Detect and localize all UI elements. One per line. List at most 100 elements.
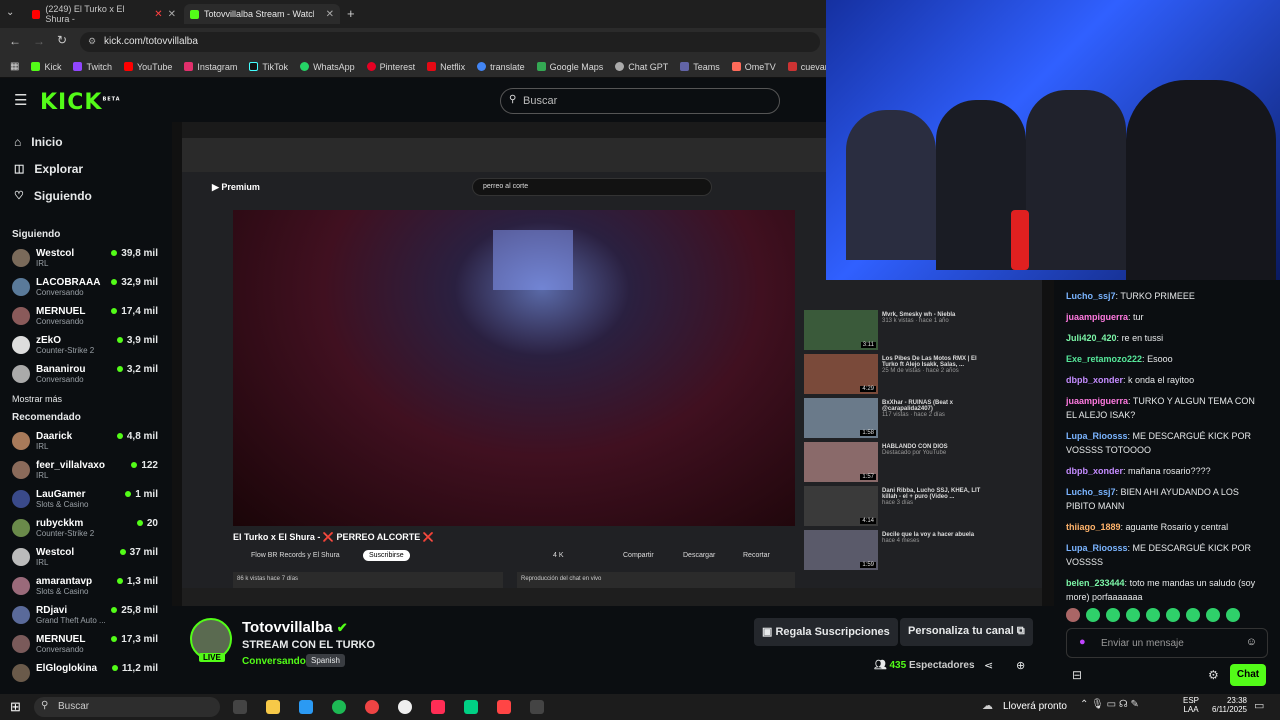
tray-icons[interactable]: ⌃ 🎙︎ ▭ ☊ ✎ (1080, 699, 1139, 710)
gift-subs-button[interactable]: ▣ Regala Suscripciones (754, 618, 898, 646)
follow-user-icon[interactable]: ⊕ (1016, 659, 1025, 672)
chat-input[interactable]: ● Enviar un mensaje ☺ (1066, 628, 1268, 658)
bookmark-pinterest[interactable]: Pinterest (366, 62, 415, 72)
chat-username[interactable]: belen_233444 (1066, 578, 1125, 588)
browser-tab-bar: ⌄ (2249) El Turko x El Shura - ✕ ✕ Totov… (0, 0, 826, 28)
task-view-icon[interactable] (233, 700, 247, 714)
emote[interactable] (1066, 608, 1080, 622)
forward-icon[interactable]: → (33, 34, 45, 48)
emoji-icon[interactable]: ☺ (1246, 636, 1257, 648)
emote[interactable] (1166, 608, 1180, 622)
kick-app-icon[interactable] (464, 700, 478, 714)
copilot-icon[interactable] (299, 700, 313, 714)
bookmark-maps[interactable]: Google Maps (536, 62, 603, 72)
tab-kick[interactable]: Totovvillalba Stream - Watch Li ✕ (184, 4, 340, 24)
chat-username[interactable]: thiiago_1889 (1066, 522, 1121, 532)
bookmark-youtube[interactable]: YouTube (123, 62, 172, 72)
chat-username[interactable]: Lucho_ssj7 (1066, 291, 1116, 301)
sidebar-channel[interactable]: RDjavi Grand Theft Auto ... 25,8 mil (0, 602, 172, 631)
settings-gear-icon[interactable]: ⚙ (1208, 668, 1219, 682)
chat-send-button[interactable]: Chat (1230, 664, 1266, 686)
stream-category[interactable]: Conversando (242, 656, 306, 667)
bookmark-whatsapp[interactable]: WhatsApp (300, 62, 355, 72)
emote[interactable] (1186, 608, 1200, 622)
sidebar-channel[interactable]: amarantavp Slots & Casino 1,3 mil (0, 573, 172, 602)
show-more-link[interactable]: Mostrar más (0, 390, 172, 410)
tiktok-icon[interactable] (431, 700, 445, 714)
close-tab-icon[interactable]: ✕ (326, 9, 334, 20)
sidebar-channel[interactable]: ElGloglokina 11,2 mil (0, 660, 172, 689)
clock[interactable]: 23:38 6/11/2025 (1205, 696, 1247, 714)
chat-username[interactable]: juaampiguerra (1066, 312, 1128, 322)
sidebar-channel[interactable]: LACOBRAAA Conversando 32,9 mil (0, 274, 172, 303)
chat-username[interactable]: Exe_retamozo222 (1066, 354, 1142, 364)
new-tab-icon[interactable]: + (347, 6, 355, 21)
notifications-icon[interactable]: ▭ (1254, 699, 1264, 712)
chat-username[interactable]: juaampiguerra (1066, 396, 1128, 406)
address-field[interactable]: ⚙ kick.com/totovvillalba (80, 32, 820, 52)
yt-video-title: El Turko x El Shura - ❌ PERREO ALCORTE ❌ (233, 532, 434, 542)
emote[interactable] (1226, 608, 1240, 622)
file-explorer-icon[interactable] (266, 700, 280, 714)
sidebar-channel[interactable]: MERNUEL Conversando 17,4 mil (0, 303, 172, 332)
sidebar-channel[interactable]: Daarick IRL 4,8 mil (0, 428, 172, 457)
sidebar-channel[interactable]: rubyckkm Counter-Strike 2 20 (0, 515, 172, 544)
chat-username[interactable]: Lupa_Rioosss (1066, 543, 1128, 553)
tab-youtube[interactable]: (2249) El Turko x El Shura - ✕ ✕ (26, 4, 182, 24)
emote[interactable] (1206, 608, 1220, 622)
site-info-icon[interactable]: ⚙ (88, 36, 96, 47)
channel-name[interactable]: Totovvillalba ✔ (242, 619, 348, 636)
nav-explorar[interactable]: ◫ Explorar (0, 155, 172, 182)
language-indicator[interactable]: ESP LAA (1183, 696, 1199, 714)
bookmark-translate[interactable]: translate (477, 62, 525, 72)
chrome-icon[interactable] (365, 700, 379, 714)
mic-icon[interactable]: ● (1079, 636, 1086, 648)
chat-username[interactable]: dbpb_xonder (1066, 375, 1123, 385)
kick-logo[interactable]: KICKBETA (40, 90, 121, 115)
taskbar-search[interactable]: ⚲ Buscar (34, 697, 220, 717)
windows-start-icon[interactable]: ⊞ (10, 699, 21, 715)
bookmark-teams[interactable]: Teams (680, 62, 720, 72)
emote[interactable] (1126, 608, 1140, 622)
search-input[interactable]: ⚲ Buscar (500, 88, 780, 114)
apps-grid-icon[interactable]: ▦ (10, 61, 19, 72)
close-tab-icon[interactable]: ✕ (168, 9, 176, 20)
emote[interactable] (1146, 608, 1160, 622)
back-icon[interactable]: ← (9, 34, 21, 48)
bookmark-ometv[interactable]: OmeTV (731, 62, 776, 72)
sidebar-channel[interactable]: MERNUEL Conversando 17,3 mil (0, 631, 172, 660)
tab-list-icon[interactable]: ⌄ (6, 7, 14, 18)
customize-channel-button[interactable]: Personaliza tu canal ⧉ (900, 618, 1033, 646)
spotify-icon[interactable] (332, 700, 346, 714)
chat-username[interactable]: Juli420_420 (1066, 333, 1117, 343)
app-icon[interactable] (530, 700, 544, 714)
weather-icon[interactable]: ☁ (982, 699, 993, 712)
sidebar-channel[interactable]: Bananirou Conversando 3,2 mil (0, 361, 172, 390)
gift-icon[interactable]: ⊟ (1072, 668, 1082, 682)
nav-inicio[interactable]: ⌂ Inicio (0, 128, 172, 155)
weather-text[interactable]: Lloverá pronto (1003, 701, 1067, 712)
sidebar-channel[interactable]: Westcol IRL 37 mil (0, 544, 172, 573)
sidebar-channel[interactable]: zEkO Counter-Strike 2 3,9 mil (0, 332, 172, 361)
bookmark-tiktok[interactable]: TikTok (249, 62, 288, 72)
bookmark-twitch[interactable]: Twitch (73, 62, 112, 72)
share-icon[interactable]: ⋖ (984, 659, 993, 672)
chat-username[interactable]: dbpb_xonder (1066, 466, 1123, 476)
chat-username[interactable]: Lucho_ssj7 (1066, 487, 1116, 497)
emote[interactable] (1086, 608, 1100, 622)
chat-username[interactable]: Lupa_Rioosss (1066, 431, 1128, 441)
language-tag[interactable]: Spanish (306, 654, 345, 667)
bookmark-kick[interactable]: Kick (31, 62, 61, 72)
reload-icon[interactable]: ↻ (57, 33, 67, 47)
bookmark-chatgpt[interactable]: Chat GPT (615, 62, 668, 72)
nav-siguiendo[interactable]: ♡ Siguiendo (0, 182, 172, 209)
bookmark-netflix[interactable]: Netflix (427, 62, 465, 72)
menu-icon[interactable]: ☰ (14, 91, 27, 109)
emote[interactable] (1106, 608, 1120, 622)
sidebar-channel[interactable]: LauGamer Slots & Casino 1 mil (0, 486, 172, 515)
obs-icon[interactable] (398, 700, 412, 714)
sidebar-channel[interactable]: Westcol IRL 39,8 mil (0, 245, 172, 274)
sidebar-channel[interactable]: feer_villalvaxo IRL 122 (0, 457, 172, 486)
mail-icon[interactable] (497, 700, 511, 714)
bookmark-instagram[interactable]: Instagram (184, 62, 237, 72)
